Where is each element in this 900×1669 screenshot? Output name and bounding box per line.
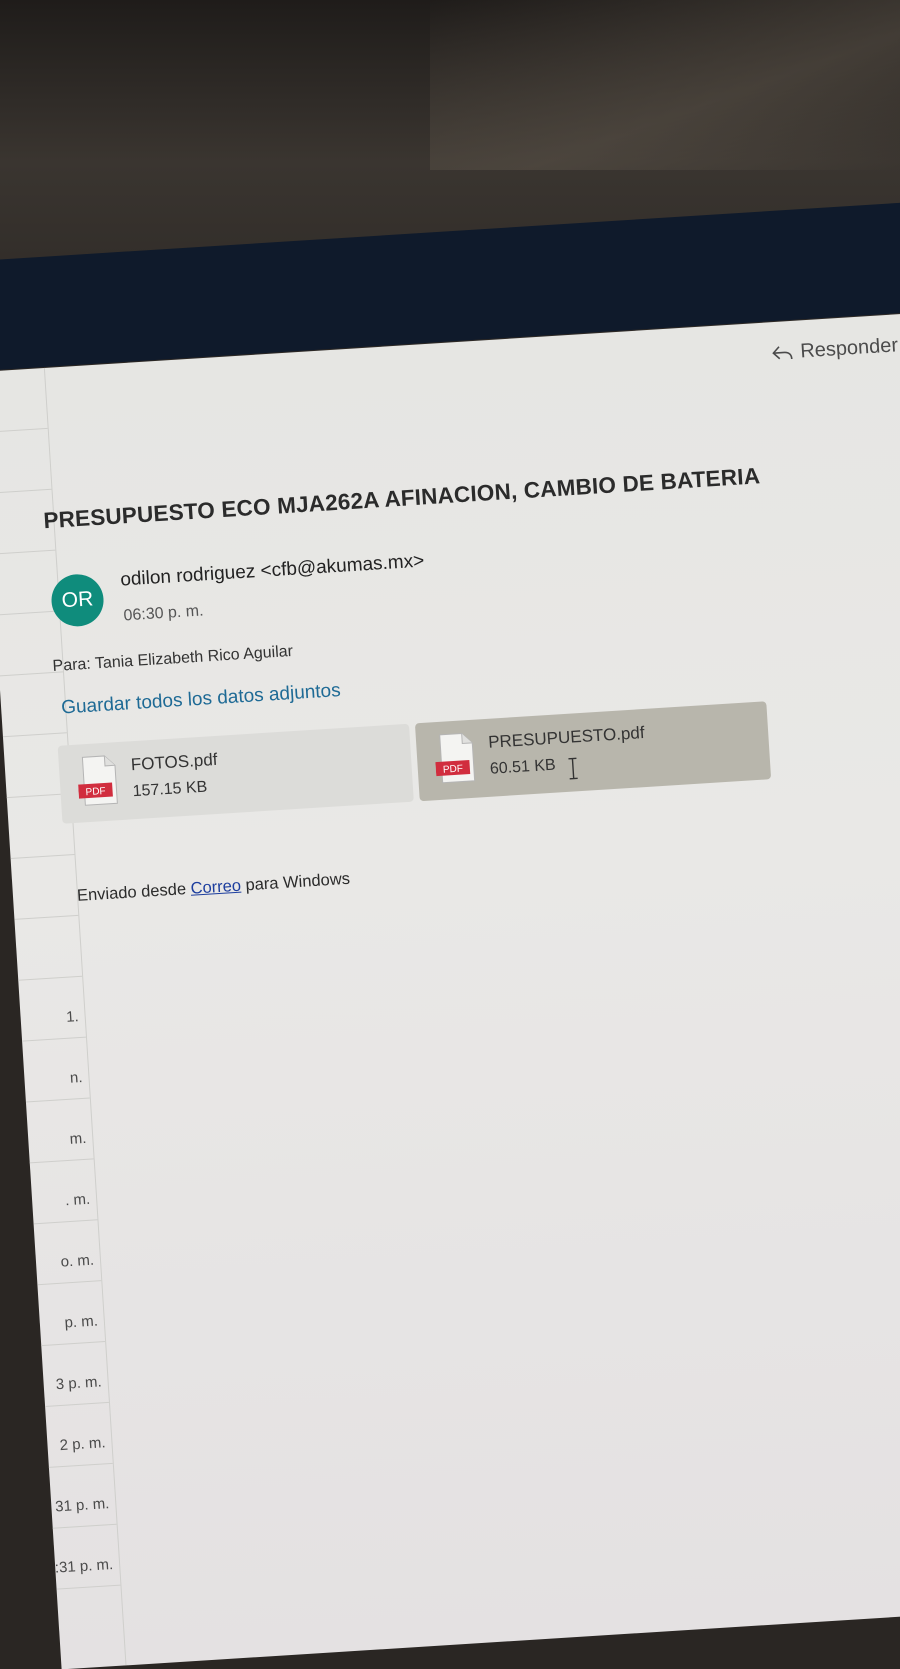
message-list-time: p. m. (64, 1312, 99, 1332)
reply-label: Responder (799, 334, 899, 363)
message-list-item[interactable]: o. m. (33, 1220, 102, 1286)
pdf-file-icon: PDF (435, 732, 476, 784)
signature-suffix: para Windows (240, 869, 351, 895)
reply-button[interactable]: Responder (770, 334, 899, 365)
message-list-time: . m. (64, 1190, 91, 1210)
message-list-item[interactable]: 3 p. m. (41, 1342, 109, 1407)
message-list-item[interactable] (0, 428, 52, 494)
attachment-name: FOTOS.pdf (130, 749, 218, 775)
recipient-name: Tania Elizabeth Rico Aguilar (94, 642, 294, 673)
attachment-size: 157.15 KB (132, 778, 208, 801)
message-list-time: 2 p. m. (59, 1434, 107, 1455)
svg-text:PDF: PDF (443, 763, 464, 775)
message-list-time: o. m. (60, 1251, 95, 1271)
message-list-item[interactable]: :31 p. m. (52, 1524, 121, 1590)
message-list-item[interactable] (0, 550, 60, 616)
message-list-item[interactable]: . m. (29, 1159, 98, 1225)
recipient-line: Para: Tania Elizabeth Rico Aguilar (52, 643, 293, 676)
pdf-file-icon: PDF (78, 755, 118, 806)
attachment-name: PRESUPUESTO.pdf (487, 723, 646, 752)
message-subject: PRESUPUESTO ECO MJA262A AFINACION, CAMBI… (42, 463, 761, 534)
message-list-item[interactable]: m. (25, 1098, 94, 1164)
message-time: 06:30 p. m. (123, 602, 205, 625)
attachment-presupuesto[interactable]: PDF PRESUPUESTO.pdf 60.51 KB (414, 701, 772, 802)
message-list-time: 3 p. m. (55, 1373, 103, 1394)
message-list-item[interactable] (0, 367, 48, 433)
text-cursor-icon (568, 757, 578, 780)
recipient-label: Para: (52, 655, 92, 676)
mail-window: 1. n. m. . m. o. m. p. m. 3 p. m. 2 p. m. 31 p. … (0, 310, 900, 1669)
message-list-pane: 1. n. m. . m. o. m. p. m. 3 p. m. 2 p. m. 31 p. … (0, 367, 127, 1669)
message-list-item[interactable] (0, 672, 67, 738)
message-list-item[interactable] (14, 915, 83, 981)
message-list-item[interactable]: n. (22, 1037, 90, 1103)
message-list-item[interactable]: 2 p. m. (45, 1402, 113, 1468)
signature-prefix: Enviado desde (76, 879, 192, 905)
message-list-time: n. (69, 1068, 84, 1087)
save-all-attachments-link[interactable]: Guardar todos los datos adjuntos (61, 680, 342, 720)
message-list-time: 31 p. m. (54, 1495, 110, 1516)
message-list-time: :31 p. m. (54, 1556, 114, 1577)
message-list-item[interactable]: 1. (18, 976, 87, 1042)
svg-text:PDF: PDF (85, 786, 106, 798)
message-list-item[interactable] (10, 855, 79, 920)
message-list-time: m. (69, 1129, 87, 1148)
message-list-item[interactable]: p. m. (37, 1281, 106, 1347)
correo-link[interactable]: Correo (190, 877, 241, 898)
attachment-size: 60.51 KB (489, 756, 557, 778)
message-body-signature: Enviado desde Correo para Windows (77, 870, 351, 906)
message-list-item[interactable]: 31 p. m. (48, 1463, 117, 1529)
message-list-time: 1. (65, 1008, 80, 1026)
avatar-initials: OR (61, 587, 94, 613)
reply-icon (772, 345, 793, 359)
sender-name: odilon rodriguez <cfb@akumas.mx> (119, 550, 425, 591)
attachment-fotos[interactable]: PDF FOTOS.pdf 157.15 KB (57, 723, 414, 824)
background-glare (430, 0, 900, 170)
